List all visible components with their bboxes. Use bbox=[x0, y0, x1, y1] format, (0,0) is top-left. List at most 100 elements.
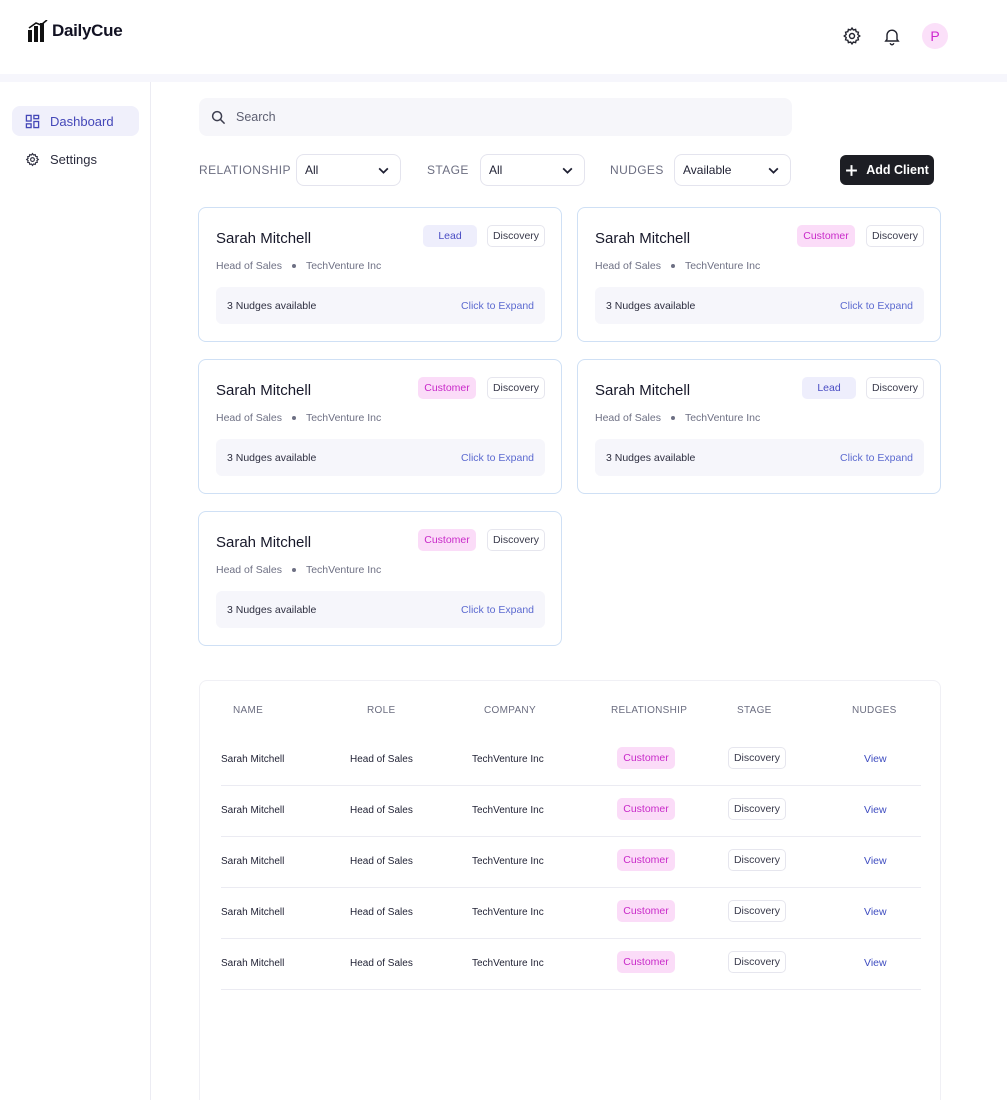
plus-icon bbox=[846, 164, 858, 176]
cell-role: Head of Sales bbox=[350, 856, 413, 867]
relationship-badge: Customer bbox=[797, 225, 855, 247]
chevron-down-icon bbox=[378, 167, 389, 174]
cell-name: Sarah Mitchell bbox=[221, 958, 285, 969]
cell-role: Head of Sales bbox=[350, 907, 413, 918]
client-role: Head of Sales bbox=[216, 260, 282, 272]
stage-badge: Discovery bbox=[728, 747, 786, 769]
view-link[interactable]: View bbox=[864, 906, 887, 918]
stage-badge: Discovery bbox=[866, 225, 924, 247]
add-client-label: Add Client bbox=[866, 163, 929, 177]
nudges-panel: 3 Nudges available Click to Expand bbox=[216, 439, 545, 476]
notifications-button[interactable] bbox=[881, 25, 903, 47]
stage-badge: Discovery bbox=[487, 529, 545, 551]
table-row[interactable]: Sarah Mitchell Head of Sales TechVenture… bbox=[221, 786, 921, 837]
client-card[interactable]: Sarah Mitchell Customer Discovery Head o… bbox=[198, 511, 562, 646]
gear-icon bbox=[25, 152, 40, 166]
relationship-filter-select[interactable]: All bbox=[296, 154, 401, 186]
app-logo[interactable]: DailyCue bbox=[28, 19, 123, 43]
user-avatar[interactable]: P bbox=[922, 23, 948, 49]
sidebar-item-label: Dashboard bbox=[50, 113, 114, 129]
header-divider bbox=[0, 74, 1007, 82]
search-icon bbox=[211, 110, 226, 124]
expand-link[interactable]: Click to Expand bbox=[461, 604, 534, 616]
sidebar-item-dashboard[interactable]: Dashboard bbox=[12, 106, 139, 136]
stage-badge: Discovery bbox=[728, 849, 786, 871]
client-card[interactable]: Sarah Mitchell Customer Discovery Head o… bbox=[577, 207, 941, 342]
table-row[interactable]: Sarah Mitchell Head of Sales TechVenture… bbox=[221, 735, 921, 786]
nudges-panel: 3 Nudges available Click to Expand bbox=[216, 287, 545, 324]
relationship-badge: Customer bbox=[617, 849, 675, 871]
sidebar-item-label: Settings bbox=[50, 151, 97, 167]
select-value: All bbox=[489, 163, 503, 177]
client-meta: Head of Sales TechVenture Inc bbox=[595, 260, 760, 272]
column-header-name[interactable]: NAME bbox=[233, 705, 263, 716]
sidebar: Dashboard Settings bbox=[0, 82, 151, 1100]
nudges-filter-select[interactable]: Available bbox=[674, 154, 791, 186]
relationship-badge: Customer bbox=[617, 900, 675, 922]
client-role: Head of Sales bbox=[595, 260, 661, 272]
cell-company: TechVenture Inc bbox=[472, 856, 544, 867]
client-company: TechVenture Inc bbox=[305, 260, 382, 272]
table-row[interactable]: Sarah Mitchell Head of Sales TechVenture… bbox=[221, 837, 921, 888]
client-meta: Head of Sales TechVenture Inc bbox=[216, 260, 381, 272]
relationship-badge: Customer bbox=[418, 529, 476, 551]
separator-dot bbox=[291, 568, 296, 572]
client-name: Sarah Mitchell bbox=[216, 382, 312, 399]
client-meta: Head of Sales TechVenture Inc bbox=[216, 564, 381, 576]
chevron-down-icon bbox=[562, 167, 573, 174]
chevron-down-icon bbox=[768, 167, 779, 174]
cell-name: Sarah Mitchell bbox=[221, 856, 285, 867]
expand-link[interactable]: Click to Expand bbox=[461, 300, 534, 312]
view-link[interactable]: View bbox=[864, 957, 887, 969]
stage-badge: Discovery bbox=[728, 951, 786, 973]
table-row[interactable]: Sarah Mitchell Head of Sales TechVenture… bbox=[221, 939, 921, 990]
select-value: Available bbox=[683, 163, 732, 177]
relationship-badge: Customer bbox=[418, 377, 476, 399]
settings-gear-button[interactable] bbox=[841, 25, 863, 47]
add-client-button[interactable]: Add Client bbox=[840, 155, 934, 185]
separator-dot bbox=[670, 264, 675, 268]
client-name: Sarah Mitchell bbox=[595, 382, 691, 399]
column-header-role[interactable]: ROLE bbox=[367, 705, 395, 716]
column-header-nudges[interactable]: NUDGES bbox=[852, 705, 897, 716]
sidebar-item-settings[interactable]: Settings bbox=[12, 144, 139, 174]
relationship-badge: Lead bbox=[802, 377, 856, 399]
client-role: Head of Sales bbox=[216, 412, 282, 424]
expand-link[interactable]: Click to Expand bbox=[461, 452, 534, 464]
nudges-count: 3 Nudges available bbox=[227, 603, 317, 616]
search-bar bbox=[199, 98, 792, 136]
view-link[interactable]: View bbox=[864, 804, 887, 816]
bell-icon bbox=[884, 29, 900, 46]
client-card[interactable]: Sarah Mitchell Customer Discovery Head o… bbox=[198, 359, 562, 494]
expand-link[interactable]: Click to Expand bbox=[840, 452, 913, 464]
table-row[interactable]: Sarah Mitchell Head of Sales TechVenture… bbox=[221, 888, 921, 939]
nudges-count: 3 Nudges available bbox=[606, 299, 696, 312]
column-header-stage[interactable]: STAGE bbox=[737, 705, 772, 716]
relationship-filter-label: RELATIONSHIP bbox=[199, 163, 291, 177]
client-card[interactable]: Sarah Mitchell Lead Discovery Head of Sa… bbox=[577, 359, 941, 494]
nudges-filter-label: NUDGES bbox=[610, 163, 664, 177]
nudges-panel: 3 Nudges available Click to Expand bbox=[216, 591, 545, 628]
relationship-badge: Customer bbox=[617, 747, 675, 769]
client-meta: Head of Sales TechVenture Inc bbox=[595, 412, 760, 424]
view-link[interactable]: View bbox=[864, 855, 887, 867]
client-card[interactable]: Sarah Mitchell Lead Discovery Head of Sa… bbox=[198, 207, 562, 342]
select-value: All bbox=[305, 163, 319, 177]
stage-filter-label: STAGE bbox=[427, 163, 469, 177]
client-company: TechVenture Inc bbox=[305, 564, 382, 576]
separator-dot bbox=[291, 416, 296, 420]
stage-badge: Discovery bbox=[728, 900, 786, 922]
cell-company: TechVenture Inc bbox=[472, 907, 544, 918]
column-header-company[interactable]: COMPANY bbox=[484, 705, 536, 716]
stage-filter-select[interactable]: All bbox=[480, 154, 585, 186]
top-header: DailyCue P bbox=[0, 0, 1007, 74]
dashboard-grid-icon bbox=[25, 114, 40, 128]
expand-link[interactable]: Click to Expand bbox=[840, 300, 913, 312]
client-name: Sarah Mitchell bbox=[216, 534, 312, 551]
cell-role: Head of Sales bbox=[350, 754, 413, 765]
view-link[interactable]: View bbox=[864, 753, 887, 765]
column-header-relationship[interactable]: RELATIONSHIP bbox=[611, 705, 687, 716]
separator-dot bbox=[291, 264, 296, 268]
search-input[interactable] bbox=[236, 110, 756, 124]
client-name: Sarah Mitchell bbox=[595, 230, 691, 247]
